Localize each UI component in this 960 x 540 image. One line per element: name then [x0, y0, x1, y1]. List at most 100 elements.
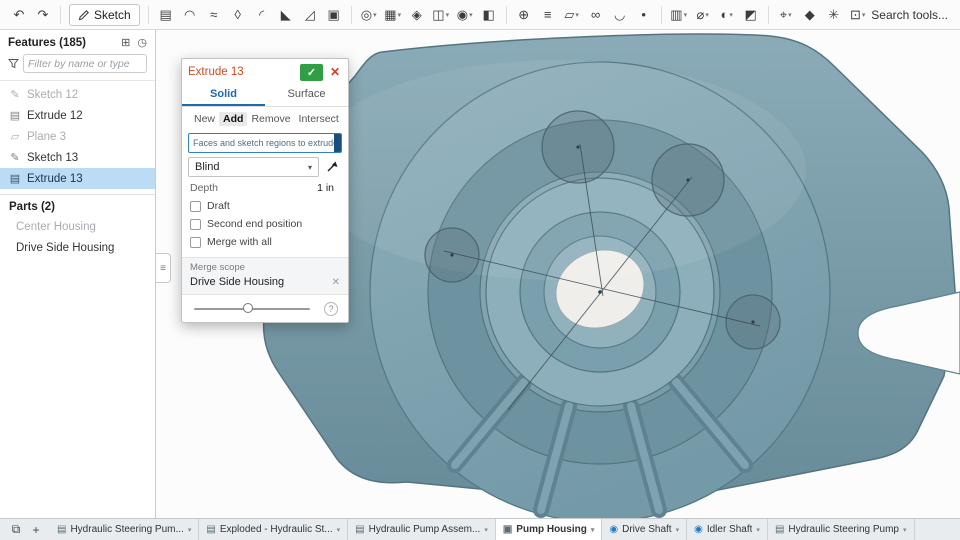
panel-collapse-handle[interactable]: ≡ [156, 253, 171, 283]
redo-icon[interactable]: ↷ [32, 3, 54, 27]
option-merge-with-all[interactable]: Merge with all [190, 236, 340, 248]
tab-menu-caret-icon[interactable]: ▾ [756, 526, 760, 534]
parts-list: Center HousingDrive Side Housing [0, 216, 155, 258]
appearance-icon[interactable]: ◐▾ [716, 3, 738, 27]
tab-drive-shaft[interactable]: ◉Drive Shaft▾ [602, 519, 687, 540]
feature-item-extrude-13[interactable]: ▤Extrude 13 [0, 168, 155, 189]
tab-exploded-hydraulic-st[interactable]: ▤Exploded - Hydraulic St...▾ [199, 519, 348, 540]
tab-idler-shaft[interactable]: ◉Idler Shaft▾ [687, 519, 768, 540]
tab-hydraulic-steering-pump[interactable]: ▤Hydraulic Steering Pump▾ [768, 519, 915, 540]
tab-hydraulic-pump-assem[interactable]: ▤Hydraulic Pump Assem...▾ [348, 519, 496, 540]
dialog-tab-solid[interactable]: Solid [182, 85, 265, 106]
cancel-button[interactable]: ✕ [328, 65, 342, 79]
measure-icon[interactable]: ⌀▾ [692, 3, 714, 27]
checkbox-second-end-position[interactable] [190, 219, 201, 230]
new-tab-button[interactable]: + [26, 519, 46, 540]
plane-icon: ▱ [9, 130, 21, 143]
dropdown-caret-icon[interactable]: ▾ [862, 11, 866, 19]
dialog-tab-surface[interactable]: Surface [265, 85, 348, 106]
boolean-mode-remove[interactable]: Remove [247, 112, 294, 126]
pattern-icon[interactable]: ✳ [823, 3, 845, 27]
sweep-icon[interactable]: ≈ [203, 3, 225, 27]
remove-merge-scope-icon[interactable]: ✕ [332, 277, 340, 288]
boolean-icon[interactable]: ◉▾ [454, 3, 476, 27]
faces-selection-field[interactable]: Faces and sketch regions to extrude [188, 133, 342, 153]
split-icon[interactable]: ◧ [478, 3, 500, 27]
feature-item-sketch-12[interactable]: ✎Sketch 12 [0, 84, 155, 105]
boolean-mode-intersect[interactable]: Intersect [295, 112, 343, 126]
dropdown-caret-icon[interactable]: ▾ [398, 11, 402, 19]
depth-label: Depth [190, 182, 218, 194]
feature-toolbar-icons: ▤◠≈◊◜◣◿▣ ◎▾▦▾◈◫▾◉▾◧ ⊕≡▱▾∞◡• ▥▾⌀▾◐▾◩ ⌖▾◆✳⊡▾ [155, 3, 869, 27]
chamfer-icon[interactable]: ◣ [275, 3, 297, 27]
linear-pattern-icon[interactable]: ▦▾ [382, 3, 404, 27]
parts-section-title[interactable]: Parts (2) [0, 194, 155, 216]
boolean-mode-new[interactable]: New [190, 112, 219, 126]
point-icon[interactable]: • [633, 3, 655, 27]
feature-item-extrude-12[interactable]: ▤Extrude 12 [0, 105, 155, 126]
plane-icon[interactable]: ▱▾ [561, 3, 583, 27]
dropdown-caret-icon[interactable]: ▾ [729, 11, 733, 19]
insert-feature-icon[interactable]: ⊞ [121, 36, 130, 49]
undo-icon[interactable]: ↶ [8, 3, 30, 27]
merge-scope-item[interactable]: Drive Side Housing ✕ [190, 276, 340, 288]
opacity-slider-knob[interactable] [243, 303, 253, 313]
feature-library-icon[interactable]: ◆ [799, 3, 821, 27]
tab-menu-caret-icon[interactable]: ▾ [484, 526, 488, 534]
sheet-metal-icon[interactable]: ▥▾ [668, 3, 690, 27]
search-tools-field[interactable]: Search tools... [871, 8, 952, 22]
mirror-icon[interactable]: ◫▾ [430, 3, 452, 27]
option-draft[interactable]: Draft [190, 200, 340, 212]
draft-icon[interactable]: ◿ [299, 3, 321, 27]
extrude-icon[interactable]: ▤ [155, 3, 177, 27]
tab-menu-caret-icon[interactable]: ▾ [591, 526, 595, 534]
feature-item-plane-3[interactable]: ▱Plane 3 [0, 126, 155, 147]
section-view-icon[interactable]: ◩ [740, 3, 762, 27]
tab-menu-caret-icon[interactable]: ▾ [337, 526, 341, 534]
revolve-icon[interactable]: ◠ [179, 3, 201, 27]
dropdown-caret-icon[interactable]: ▾ [446, 11, 450, 19]
feature-item-sketch-13[interactable]: ✎Sketch 13 [0, 147, 155, 168]
flip-direction-button[interactable] [322, 157, 342, 177]
dropdown-caret-icon[interactable]: ▾ [788, 11, 792, 19]
custom-feature-icon[interactable]: ⊡▾ [847, 3, 869, 27]
filter-funnel-icon[interactable] [8, 58, 19, 69]
dropdown-caret-icon[interactable]: ▾ [705, 11, 709, 19]
sketch-button[interactable]: Sketch [69, 4, 140, 26]
dialog-header[interactable]: Extrude 13 ✓ ✕ [182, 59, 348, 85]
tab-menu-caret-icon[interactable]: ▾ [903, 526, 907, 534]
helix-icon[interactable]: ∞ [585, 3, 607, 27]
fillet-icon[interactable]: ◜ [251, 3, 273, 27]
curve-icon[interactable]: ◡ [609, 3, 631, 27]
loft-icon[interactable]: ◊ [227, 3, 249, 27]
help-icon[interactable]: ? [324, 302, 338, 316]
dropdown-caret-icon[interactable]: ▾ [575, 11, 579, 19]
part-item-drive-side-housing[interactable]: Drive Side Housing [0, 237, 155, 258]
transform-icon[interactable]: ⊕ [513, 3, 535, 27]
shell-icon[interactable]: ▣ [323, 3, 345, 27]
commit-button[interactable]: ✓ [300, 64, 323, 81]
part-item-center-housing[interactable]: Center Housing [0, 216, 155, 237]
circular-pattern-icon[interactable]: ◈ [406, 3, 428, 27]
boolean-mode-add[interactable]: Add [219, 112, 247, 126]
feature-filter-input[interactable] [23, 54, 147, 73]
hole-icon[interactable]: ◎▾ [358, 3, 380, 27]
tab-pump-housing[interactable]: ▣Pump Housing▾ [496, 519, 603, 540]
opacity-slider-track[interactable] [194, 308, 310, 310]
end-type-dropdown[interactable]: Blind ▾ [188, 157, 319, 177]
depth-input[interactable]: 1 in [317, 182, 340, 194]
checkbox-merge-with-all[interactable] [190, 237, 201, 248]
history-icon[interactable]: ◷ [137, 36, 147, 49]
offset-surface-icon[interactable]: ≡ [537, 3, 559, 27]
tab-manager-icon[interactable]: ⧉ [6, 519, 26, 540]
dropdown-caret-icon[interactable]: ▾ [684, 11, 688, 19]
tab-menu-caret-icon[interactable]: ▾ [188, 526, 192, 534]
named-views-icon[interactable]: ⌖▾ [775, 3, 797, 27]
dropdown-caret-icon[interactable]: ▾ [373, 11, 377, 19]
option-second-end-position[interactable]: Second end position [190, 218, 340, 230]
tab-menu-caret-icon[interactable]: ▾ [676, 526, 680, 534]
main-toolbar: ↶ ↷ Sketch ▤◠≈◊◜◣◿▣ ◎▾▦▾◈◫▾◉▾◧ ⊕≡▱▾∞◡• ▥▾⌀▾… [0, 0, 960, 30]
tab-hydraulic-steering-pum[interactable]: ▤Hydraulic Steering Pum...▾ [50, 519, 199, 540]
checkbox-draft[interactable] [190, 201, 201, 212]
dropdown-caret-icon[interactable]: ▾ [469, 11, 473, 19]
